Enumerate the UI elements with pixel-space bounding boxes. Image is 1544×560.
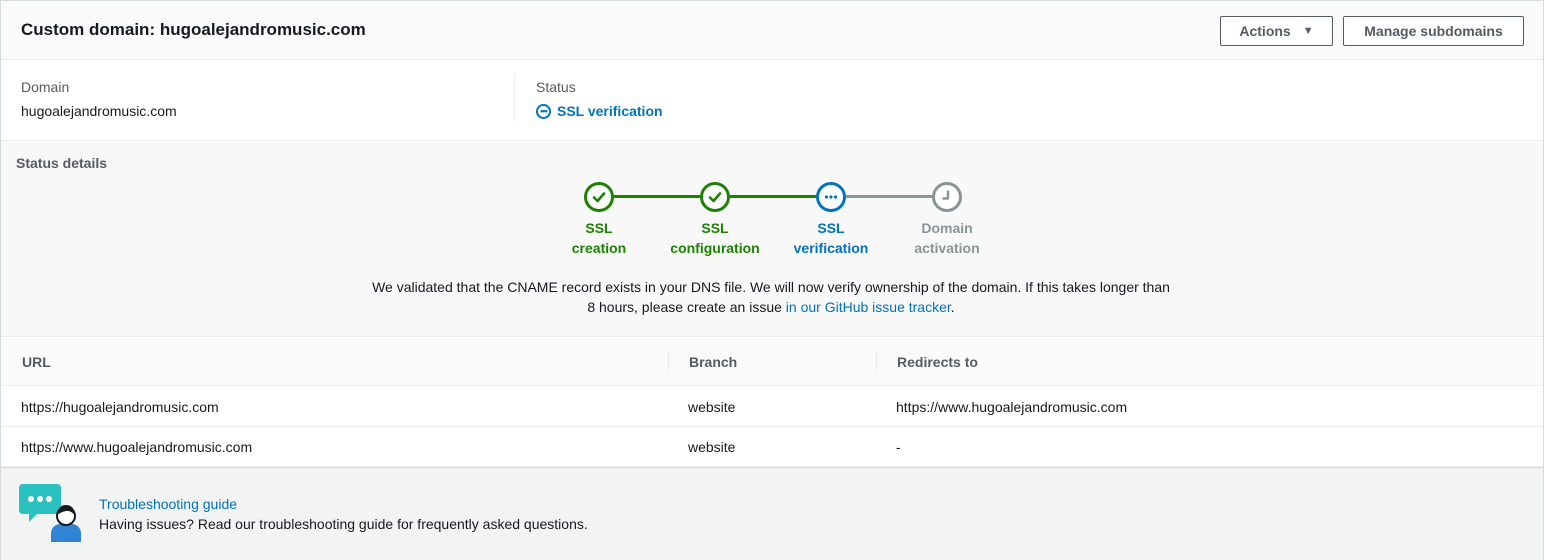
domain-summary: Domain hugoalejandromusic.com Status •••… (1, 61, 1543, 141)
column-header-url: URL (22, 354, 51, 370)
status-message: We validated that the CNAME record exist… (371, 277, 1171, 317)
panel-header: Custom domain: hugoalejandromusic.com Ac… (1, 1, 1543, 60)
step-label-line1: Domain (921, 220, 973, 236)
clock-circle-icon (932, 182, 962, 212)
status-message-end: . (950, 299, 955, 315)
summary-divider (514, 75, 515, 121)
step-label-line1: SSL (585, 220, 613, 236)
cell-redirects-to: - (896, 439, 901, 455)
custom-domain-panel: Custom domain: hugoalejandromusic.com Ac… (0, 0, 1544, 560)
cell-url: https://hugoalejandromusic.com (21, 399, 219, 415)
step-label-line2: configuration (670, 240, 760, 256)
step-label-line2: creation (571, 240, 627, 256)
table-row: https://www.hugoalejandromusic.com websi… (1, 427, 1543, 467)
status-stepper: SSL creation SSL configuration SSL verif… (1, 142, 1543, 272)
subdomains-table: URL Branch Redirects to https://hugoalej… (1, 338, 1543, 467)
status-message-text: We validated that the CNAME record exist… (372, 279, 1170, 315)
github-issue-tracker-link[interactable]: in our GitHub issue tracker (786, 299, 951, 315)
step-label-line2: verification (793, 240, 869, 256)
domain-label: Domain (21, 79, 70, 95)
status-value[interactable]: ••• SSL verification (536, 103, 663, 119)
actions-button[interactable]: Actions ▼ (1220, 16, 1333, 46)
table-header: URL Branch Redirects to (1, 338, 1543, 386)
support-chat-icon (19, 484, 83, 547)
troubleshooting-footer: Troubleshooting guide Having issues? Rea… (1, 467, 1543, 560)
step-label-line2: activation (914, 240, 980, 256)
status-label: Status (536, 79, 576, 95)
page-title: Custom domain: hugoalejandromusic.com (21, 20, 366, 39)
in-progress-icon: ••• (536, 103, 551, 119)
check-circle-icon (584, 182, 614, 212)
check-circle-icon (700, 182, 730, 212)
column-separator (876, 350, 877, 374)
step-ssl-creation-label: SSL creation (539, 218, 659, 258)
column-separator (668, 350, 669, 374)
cell-url: https://www.hugoalejandromusic.com (21, 439, 253, 455)
step-label-line1: SSL (701, 220, 729, 236)
cell-redirects-to: https://www.hugoalejandromusic.com (896, 399, 1128, 415)
manage-subdomains-button[interactable]: Manage subdomains (1343, 16, 1524, 46)
status-value-text: SSL verification (557, 103, 663, 119)
column-header-redirects-to: Redirects to (897, 354, 978, 370)
step-connector (846, 195, 932, 198)
step-label-line1: SSL (817, 220, 845, 236)
step-domain-activation-label: Domain activation (887, 218, 1007, 258)
domain-value: hugoalejandromusic.com (21, 103, 177, 119)
ellipsis-circle-icon (816, 182, 846, 212)
manage-subdomains-label: Manage subdomains (1364, 23, 1503, 39)
table-row: https://hugoalejandromusic.com website h… (1, 387, 1543, 427)
troubleshooting-description: Having issues? Read our troubleshooting … (99, 516, 588, 532)
cell-branch: website (688, 439, 736, 455)
cell-branch: website (688, 399, 736, 415)
step-ssl-configuration-label: SSL configuration (655, 218, 775, 258)
step-connector (614, 195, 700, 198)
status-details: Status details SSL creation SSL configur… (1, 142, 1543, 337)
caret-down-icon: ▼ (1302, 25, 1314, 37)
step-connector (730, 195, 816, 198)
column-header-branch: Branch (689, 354, 738, 370)
step-ssl-verification-label: SSL verification (771, 218, 891, 258)
actions-label: Actions (1239, 23, 1291, 39)
troubleshooting-guide-link[interactable]: Troubleshooting guide (99, 496, 237, 512)
